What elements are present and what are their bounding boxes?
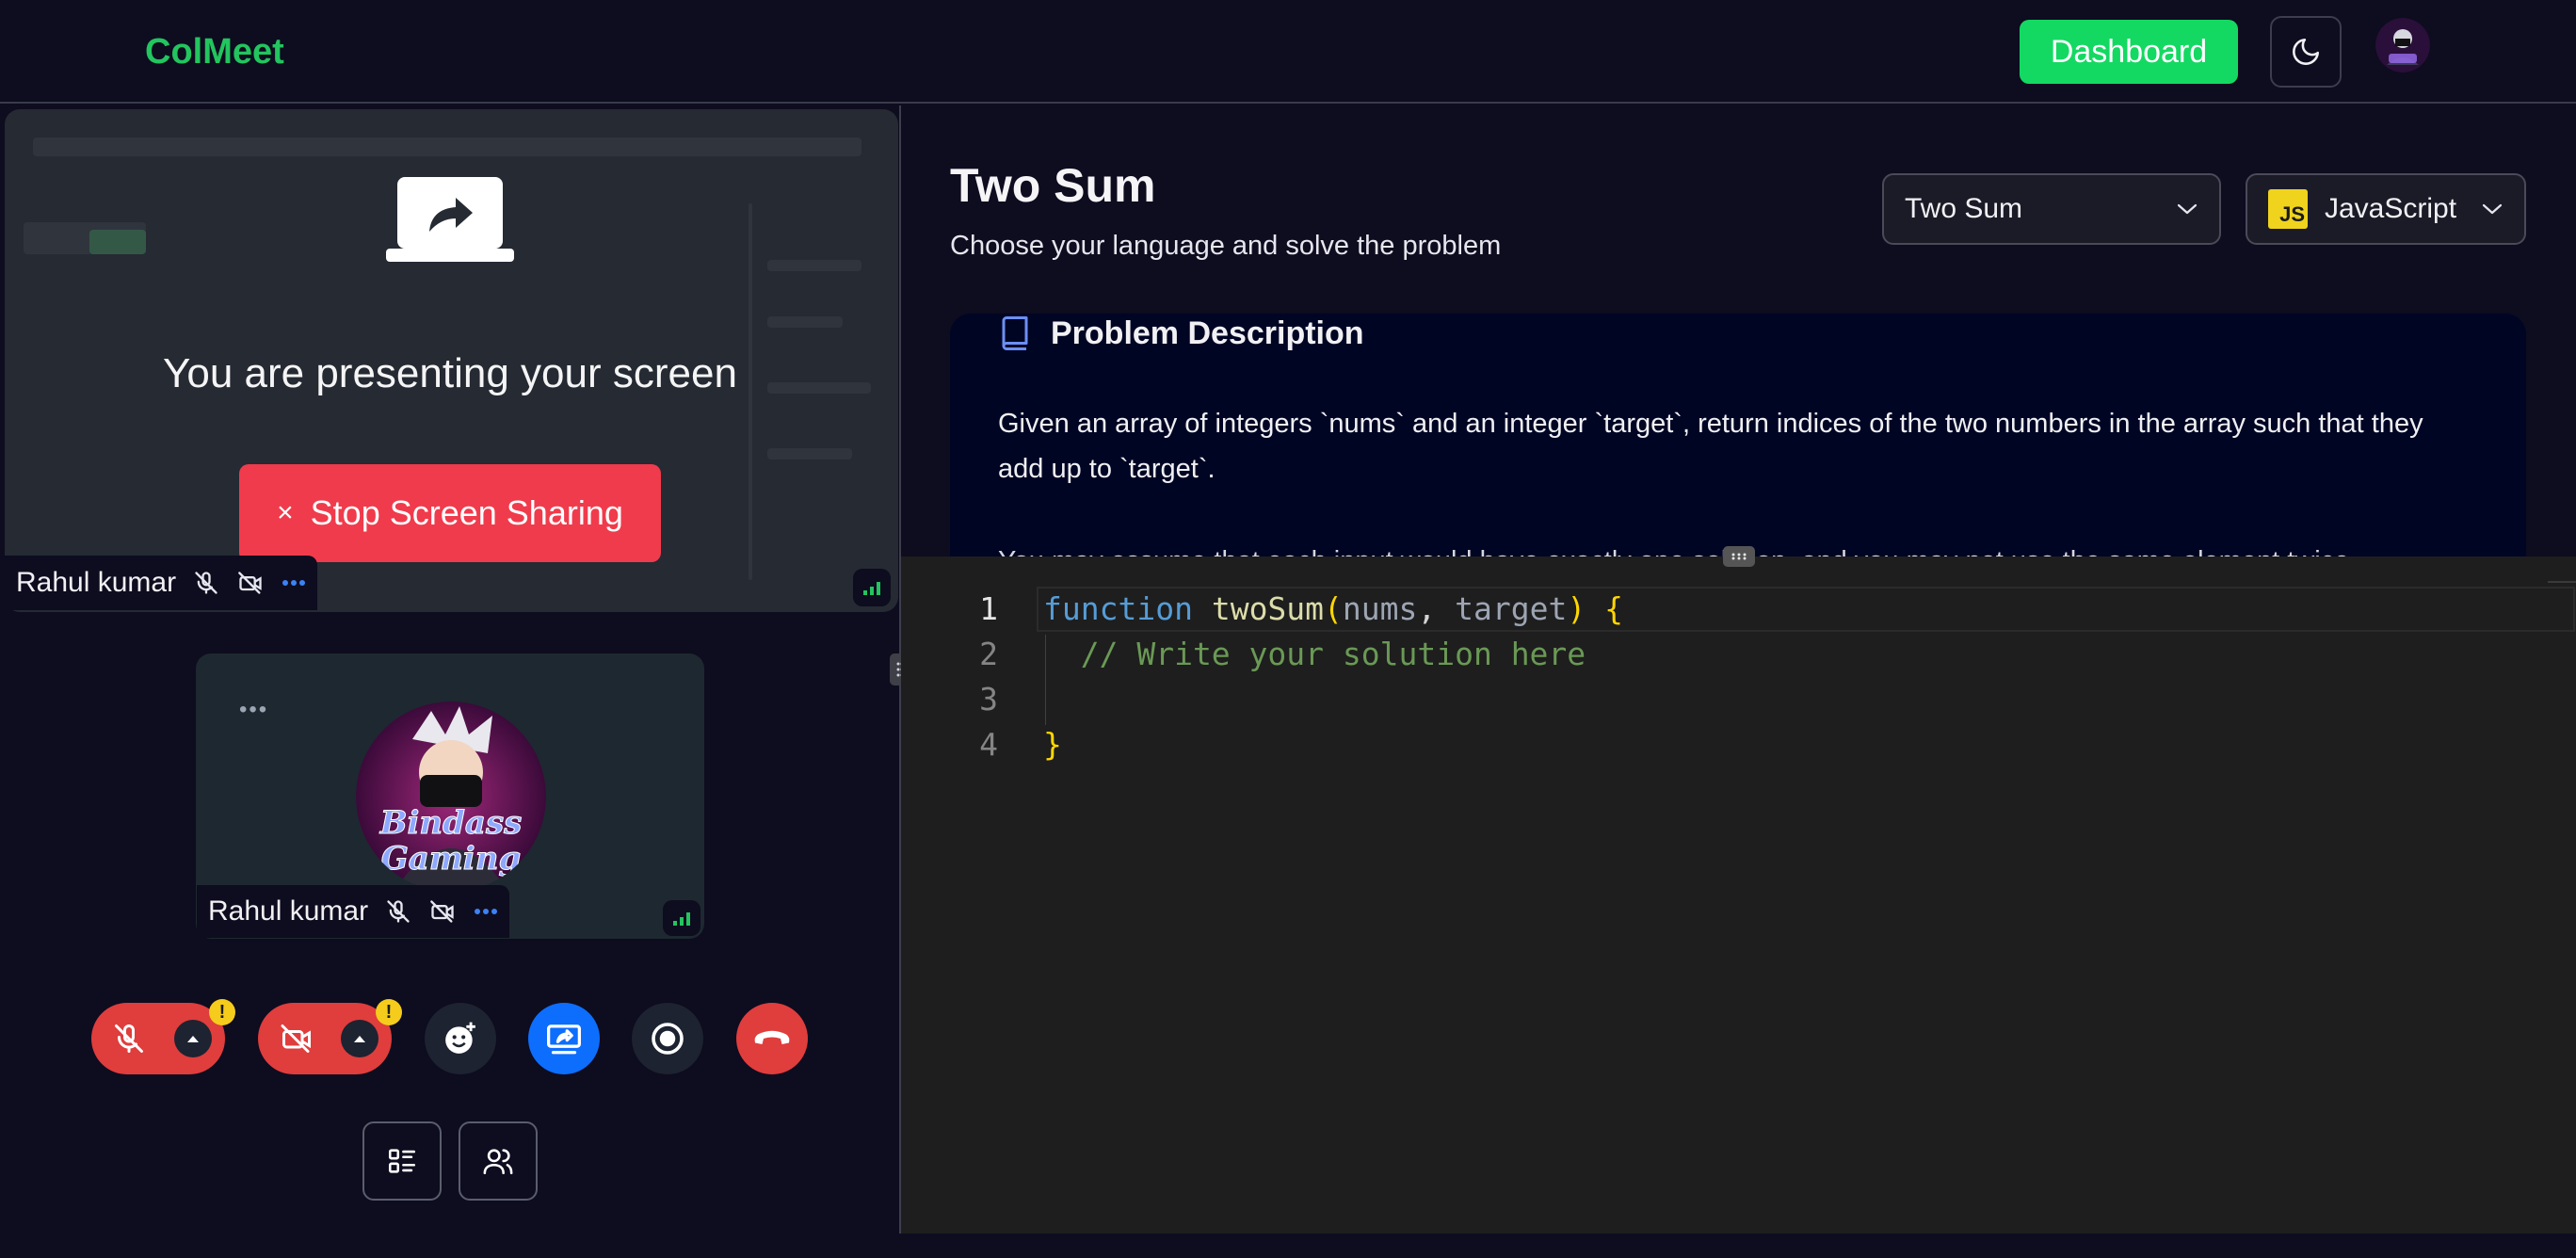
layout-button[interactable]: [362, 1121, 442, 1201]
participant-name: Rahul kumar: [208, 895, 369, 927]
reactions-button[interactable]: [425, 1003, 496, 1074]
participant-name: Rahul kumar: [16, 567, 177, 598]
profile-avatar[interactable]: [2375, 18, 2430, 73]
code-bracket: (: [1324, 590, 1343, 627]
chevron-down-icon: [2177, 203, 2198, 215]
network-signal-indicator: [853, 569, 891, 606]
code-bracket: {: [1586, 590, 1623, 627]
close-icon: ×: [277, 497, 294, 528]
record-button[interactable]: [632, 1003, 703, 1074]
code-param: nums: [1342, 590, 1418, 627]
presenting-message: You are presenting your screen: [163, 350, 737, 396]
camera-toggle-button[interactable]: [258, 1003, 392, 1074]
emoji-icon: [445, 1022, 475, 1054]
code-bracket: ): [1567, 590, 1586, 627]
chevron-down-icon: [2482, 203, 2503, 215]
problem-subtitle: Choose your language and solve the probl…: [950, 231, 1502, 261]
code-param: target: [1455, 590, 1568, 627]
code-keyword: function: [1043, 590, 1193, 627]
code-comment[interactable]: // Write your solution here: [1043, 636, 1586, 672]
javascript-icon: JS: [2268, 189, 2308, 229]
mic-off-icon: [115, 1024, 143, 1053]
more-options-icon[interactable]: [474, 907, 498, 916]
camera-options-button[interactable]: [341, 1020, 378, 1057]
language-select[interactable]: JS JavaScript: [2246, 173, 2526, 245]
problem-description-title: Problem Description: [1051, 314, 1364, 351]
camera-off-icon: [430, 900, 454, 923]
line-number: 3: [979, 681, 998, 718]
avatar-text: Bindass: [379, 804, 522, 842]
shared-screen-preview: [767, 260, 861, 271]
users-icon: [483, 1149, 513, 1175]
tile-options-icon[interactable]: •••: [239, 697, 268, 723]
book-icon: [1002, 316, 1028, 350]
grip-icon: [1731, 553, 1747, 560]
mic-off-icon: [195, 572, 217, 594]
camera-off-icon: [281, 1024, 311, 1053]
signal-icon: [863, 582, 880, 595]
screen-share-icon: [547, 1024, 581, 1055]
problem-title: Two Sum: [950, 159, 1156, 212]
line-number: 1: [979, 590, 998, 627]
line-number: 4: [979, 726, 998, 763]
participant-name-tag: Rahul kumar: [197, 885, 510, 938]
moon-icon: [2293, 38, 2320, 65]
shared-screen-preview: [767, 316, 843, 328]
caret-up-icon: [354, 1036, 365, 1042]
code-bracket[interactable]: }: [1043, 726, 1062, 763]
theme-toggle-button[interactable]: [2270, 16, 2342, 88]
language-select-value: JavaScript: [2325, 193, 2457, 224]
shared-screen-preview: [767, 448, 852, 460]
profile-avatar-image: [2375, 18, 2430, 73]
line-number: 2: [979, 636, 998, 672]
mic-warning-badge: !: [209, 999, 235, 1025]
camera-off-icon: [238, 572, 262, 594]
editor-scrollbar[interactable]: [2548, 581, 2576, 587]
code-function-name: twoSum: [1211, 590, 1325, 627]
stop-screen-sharing-button[interactable]: × Stop Screen Sharing: [239, 464, 661, 562]
dashboard-button[interactable]: Dashboard: [2020, 20, 2238, 84]
participant-avatar: Bindass Gaming: [356, 702, 546, 892]
participant-avatar-image: Bindass Gaming: [356, 702, 546, 892]
problem-select-value: Two Sum: [1905, 193, 2023, 224]
page-footer-edge: [0, 1234, 2576, 1258]
problem-description-text: Given an array of integers `nums` and an…: [998, 409, 2423, 484]
mic-options-button[interactable]: [174, 1020, 212, 1057]
signal-icon: [673, 912, 690, 926]
caret-up-icon: [187, 1036, 199, 1042]
network-signal-indicator: [663, 900, 700, 936]
layout-list-icon: [388, 1149, 416, 1173]
participants-button[interactable]: [459, 1121, 538, 1201]
code-line[interactable]: function twoSum(nums, target) {: [1043, 590, 1623, 627]
participant-name-tag: Rahul kumar: [5, 556, 318, 610]
brand-logo[interactable]: ColMeet: [145, 32, 284, 73]
screen-share-button[interactable]: [528, 1003, 600, 1074]
stop-screen-sharing-label: Stop Screen Sharing: [310, 493, 623, 532]
code-punct: ,: [1417, 590, 1456, 627]
record-icon: [652, 1023, 684, 1055]
present-screen-icon: [386, 177, 514, 262]
camera-warning-badge: !: [376, 999, 402, 1025]
shared-screen-preview: [33, 137, 861, 156]
problem-select[interactable]: Two Sum: [1882, 173, 2221, 245]
problem-description-header: Problem Description: [998, 314, 1364, 352]
editor-resize-handle[interactable]: [1723, 546, 1755, 567]
phone-hangup-icon: [754, 1030, 790, 1044]
shared-screen-preview: [89, 230, 146, 254]
mic-toggle-button[interactable]: [91, 1003, 225, 1074]
more-options-icon[interactable]: [282, 578, 306, 588]
mic-off-icon: [387, 900, 410, 923]
leave-call-button[interactable]: [736, 1003, 808, 1074]
avatar-text: Gaming: [381, 840, 521, 878]
